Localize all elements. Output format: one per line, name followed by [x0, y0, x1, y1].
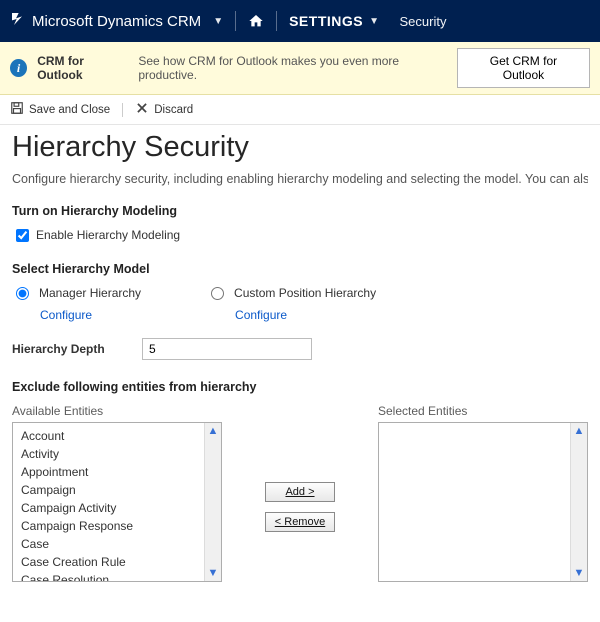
discard-label: Discard: [154, 104, 193, 116]
custom-hierarchy-radio[interactable]: [211, 287, 224, 300]
list-item[interactable]: Activity: [13, 445, 204, 463]
list-item[interactable]: Campaign Activity: [13, 499, 204, 517]
main-content: Hierarchy Security Configure hierarchy s…: [0, 125, 600, 622]
remove-button[interactable]: < Remove: [265, 512, 335, 532]
nav-settings-label: SETTINGS: [289, 13, 363, 29]
toolbar-separator: [122, 103, 123, 117]
list-item[interactable]: Case Resolution: [13, 571, 204, 581]
available-entities-label: Available Entities: [12, 404, 222, 418]
enable-modeling-checkbox[interactable]: [16, 229, 29, 242]
list-item[interactable]: Case: [13, 535, 204, 553]
hierarchy-depth-input[interactable]: [142, 338, 312, 360]
top-nav: Microsoft Dynamics CRM ▼ SETTINGS ▼ Secu…: [0, 0, 600, 42]
discard-button[interactable]: Discard: [135, 101, 193, 118]
chevron-down-icon: ▼: [369, 16, 379, 27]
list-item[interactable]: Campaign: [13, 481, 204, 499]
dynamics-logo-icon: [10, 11, 26, 31]
list-item[interactable]: Appointment: [13, 463, 204, 481]
manager-configure-link[interactable]: Configure: [40, 308, 141, 322]
home-button[interactable]: [248, 13, 264, 29]
exclude-heading: Exclude following entities from hierarch…: [12, 380, 588, 394]
scrollbar[interactable]: ▲ ▼: [570, 423, 587, 581]
brand[interactable]: Microsoft Dynamics CRM ▼: [10, 11, 223, 31]
enable-modeling-label: Enable Hierarchy Modeling: [36, 228, 180, 242]
selected-entities-label: Selected Entities: [378, 404, 588, 418]
close-icon: [135, 101, 149, 118]
nav-crumb-security[interactable]: Security: [400, 14, 447, 29]
infobar-text: See how CRM for Outlook makes you even m…: [138, 54, 447, 82]
list-item[interactable]: Case Creation Rule: [13, 553, 204, 571]
add-button[interactable]: Add >: [265, 482, 335, 502]
custom-hierarchy-label: Custom Position Hierarchy: [234, 286, 376, 300]
modeling-heading: Turn on Hierarchy Modeling: [12, 204, 588, 218]
chevron-down-icon: ▼: [213, 16, 223, 27]
selected-entities-listbox[interactable]: ▲ ▼: [378, 422, 588, 582]
custom-hierarchy-option[interactable]: Custom Position Hierarchy: [211, 286, 376, 300]
brand-label: Microsoft Dynamics CRM: [32, 13, 201, 30]
page-title: Hierarchy Security: [12, 131, 588, 164]
outlook-infobar: i CRM for Outlook See how CRM for Outloo…: [0, 42, 600, 95]
list-item[interactable]: Account: [13, 427, 204, 445]
get-crm-outlook-button[interactable]: Get CRM for Outlook: [457, 48, 590, 88]
enable-modeling-row[interactable]: Enable Hierarchy Modeling: [16, 228, 588, 242]
infobar-title: CRM for Outlook: [37, 54, 128, 82]
save-and-close-label: Save and Close: [29, 104, 110, 116]
custom-configure-link[interactable]: Configure: [235, 308, 376, 322]
exclude-section: Exclude following entities from hierarch…: [12, 380, 588, 582]
scroll-down-icon[interactable]: ▼: [208, 567, 219, 579]
nav-separator: [235, 11, 236, 31]
nav-separator: [276, 11, 277, 31]
model-select-section: Select Hierarchy Model Manager Hierarchy…: [12, 262, 588, 360]
save-icon: [10, 101, 24, 118]
scroll-up-icon[interactable]: ▲: [574, 425, 585, 437]
form-toolbar: Save and Close Discard: [0, 95, 600, 125]
hierarchy-depth-label: Hierarchy Depth: [12, 342, 142, 356]
page-description: Configure hierarchy security, including …: [12, 172, 588, 186]
list-item[interactable]: Campaign Response: [13, 517, 204, 535]
scrollbar[interactable]: ▲ ▼: [204, 423, 221, 581]
available-entities-listbox[interactable]: AccountActivityAppointmentCampaignCampai…: [12, 422, 222, 582]
scroll-down-icon[interactable]: ▼: [574, 567, 585, 579]
save-and-close-button[interactable]: Save and Close: [10, 101, 110, 118]
hierarchy-depth-row: Hierarchy Depth: [12, 338, 588, 360]
manager-hierarchy-label: Manager Hierarchy: [39, 286, 141, 300]
info-icon: i: [10, 59, 27, 77]
modeling-section: Turn on Hierarchy Modeling Enable Hierar…: [12, 204, 588, 242]
manager-hierarchy-radio[interactable]: [16, 287, 29, 300]
scroll-up-icon[interactable]: ▲: [208, 425, 219, 437]
manager-hierarchy-option[interactable]: Manager Hierarchy: [16, 286, 141, 300]
nav-settings[interactable]: SETTINGS ▼: [289, 13, 379, 29]
model-select-heading: Select Hierarchy Model: [12, 262, 588, 276]
